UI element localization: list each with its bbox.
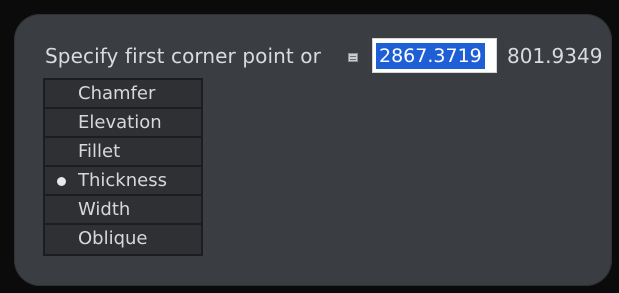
menu-item-label: Width xyxy=(78,199,131,220)
grip-icon[interactable] xyxy=(348,53,358,62)
menu-item-label: Chamfer xyxy=(78,83,156,104)
menu-item-label: Elevation xyxy=(78,112,162,133)
selected-bullet-icon xyxy=(57,177,66,186)
command-prompt-text: Specify first corner point or xyxy=(45,44,321,68)
menu-item-elevation[interactable]: Elevation xyxy=(45,109,201,138)
command-options-menu: Chamfer Elevation Fillet Thickness Width… xyxy=(43,78,203,256)
menu-item-label: Oblique xyxy=(78,228,148,249)
y-coordinate-value[interactable]: 801.9349 xyxy=(507,44,602,68)
menu-item-thickness[interactable]: Thickness xyxy=(45,167,201,196)
menu-item-width[interactable]: Width xyxy=(45,196,201,225)
command-prompt-row: Specify first corner point or 2867.3719 … xyxy=(14,38,612,78)
menu-item-fillet[interactable]: Fillet xyxy=(45,138,201,167)
dynamic-input-panel: Specify first corner point or 2867.3719 … xyxy=(14,14,612,286)
menu-item-chamfer[interactable]: Chamfer xyxy=(45,80,201,109)
menu-item-label: Fillet xyxy=(78,141,121,162)
screen-background: Specify first corner point or 2867.3719 … xyxy=(0,0,619,293)
menu-item-label: Thickness xyxy=(78,170,167,191)
x-coordinate-selected-text: 2867.3719 xyxy=(376,43,485,69)
x-coordinate-input[interactable]: 2867.3719 xyxy=(372,38,497,73)
menu-item-oblique[interactable]: Oblique xyxy=(45,225,201,254)
